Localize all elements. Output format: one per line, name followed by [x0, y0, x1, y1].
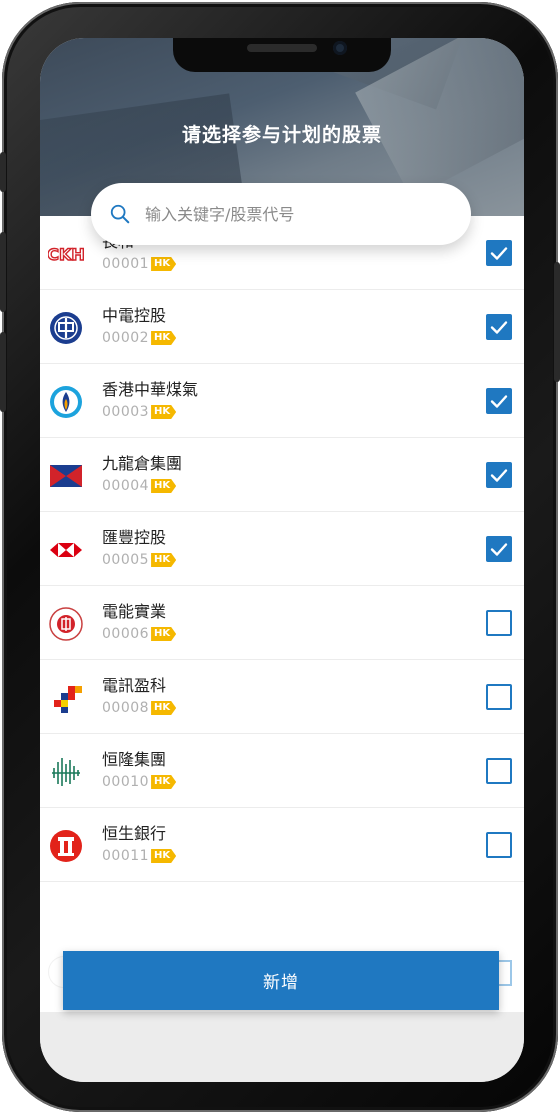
stock-list-item[interactable]: 恒隆集團 00010 HK: [40, 734, 524, 808]
stock-name: 九龍倉集團: [102, 454, 183, 473]
phone-screen: 请选择参与计划的股票 CKH長和00001HK中電控股00002HK香港中華煤氣…: [40, 38, 524, 1082]
stock-checkbox[interactable]: [486, 758, 512, 784]
market-badge: HK: [151, 553, 177, 567]
stock-code-group: 00011 HK: [102, 848, 177, 864]
stock-code-group: 00003 HK: [102, 404, 177, 420]
stock-code: 00008: [102, 700, 150, 716]
volume-down-button: [0, 332, 6, 412]
stock-code-group: 00006 HK: [102, 626, 177, 642]
hsbc-logo-icon: [48, 532, 84, 568]
stock-name: 匯豐控股: [102, 528, 167, 547]
stock-list-item[interactable]: 恒生銀行 00011 HK: [40, 808, 524, 882]
volume-up-button: [0, 232, 6, 312]
stock-code-group: 00001 HK: [102, 256, 177, 272]
add-button[interactable]: 新增: [63, 951, 499, 1010]
stock-checkbox[interactable]: [486, 462, 512, 488]
stock-name: 電能實業: [102, 602, 167, 621]
stock-code-group: 00010 HK: [102, 774, 177, 790]
footer-area: [40, 1028, 524, 1082]
stock-list-item[interactable]: 中電控股 00002 HK: [40, 290, 524, 364]
notch: [173, 38, 391, 72]
stock-list-item[interactable]: 九龍倉集團 00004 HK: [40, 438, 524, 512]
phone-frame: 请选择参与计划的股票 CKH長和00001HK中電控股00002HK香港中華煤氣…: [0, 2, 560, 1112]
market-badge: HK: [151, 775, 177, 789]
clp-logo-icon: [48, 310, 84, 346]
stock-code: 00005: [102, 552, 150, 568]
stock-name: 電訊盈科: [102, 676, 167, 695]
mute-switch: [0, 152, 6, 192]
stock-checkbox[interactable]: [486, 240, 512, 266]
market-badge: HK: [151, 479, 177, 493]
stock-code: 00006: [102, 626, 150, 642]
stock-code: 00001: [102, 256, 150, 272]
stock-list-item[interactable]: 電能實業 00006 HK: [40, 586, 524, 660]
page-title: 请选择参与计划的股票: [181, 124, 382, 146]
stock-checkbox[interactable]: [486, 610, 512, 636]
hang-seng-logo-icon: [48, 828, 84, 864]
stock-list-item[interactable]: 電訊盈科 00008 HK: [40, 660, 524, 734]
market-badge: HK: [151, 627, 177, 641]
towngas-logo-icon: [48, 384, 84, 420]
pccw-logo-icon: [48, 680, 84, 716]
wharf-logo-icon: [48, 458, 84, 494]
stock-checkbox[interactable]: [486, 832, 512, 858]
stock-name: 香港中華煤氣: [102, 380, 199, 399]
power-button: [554, 262, 560, 382]
stock-list-item[interactable]: 香港中華煤氣 00003 HK: [40, 364, 524, 438]
ckh-logo-icon: CKH: [47, 236, 86, 272]
market-badge: HK: [151, 257, 177, 271]
stock-code: 00011: [102, 848, 150, 864]
stock-code: 00010: [102, 774, 150, 790]
stock-checkbox[interactable]: [486, 536, 512, 562]
stock-list: CKH長和00001HK中電控股00002HK香港中華煤氣00003HK九龍倉集…: [40, 216, 524, 934]
stock-code-group: 00002 HK: [102, 330, 177, 346]
stock-code-group: 00004 HK: [102, 478, 177, 494]
stock-checkbox[interactable]: [486, 684, 512, 710]
stock-name: 中電控股: [102, 306, 167, 325]
market-badge: HK: [151, 331, 177, 345]
stock-code: 00004: [102, 478, 150, 494]
search-bar[interactable]: [91, 183, 471, 245]
stock-checkbox[interactable]: [486, 388, 512, 414]
stock-name: 恒隆集團: [102, 750, 167, 769]
market-badge: HK: [151, 849, 177, 863]
stock-list-item[interactable]: 匯豐控股 00005 HK: [40, 512, 524, 586]
stock-code: 00002: [102, 330, 150, 346]
power-assets-logo-icon: [48, 606, 84, 642]
svg-text:CKH: CKH: [48, 245, 84, 264]
front-camera: [333, 41, 347, 55]
stock-code: 00003: [102, 404, 150, 420]
market-badge: HK: [151, 405, 177, 419]
stock-code-group: 00005 HK: [102, 552, 177, 568]
stock-code-group: 00008 HK: [102, 700, 177, 716]
stock-checkbox[interactable]: [486, 314, 512, 340]
market-badge: HK: [151, 701, 177, 715]
search-input[interactable]: [145, 204, 435, 224]
stock-name: 恒生銀行: [102, 824, 167, 843]
speaker: [247, 44, 317, 52]
hang-lung-logo-icon: [48, 754, 84, 790]
search-icon: [110, 204, 130, 224]
